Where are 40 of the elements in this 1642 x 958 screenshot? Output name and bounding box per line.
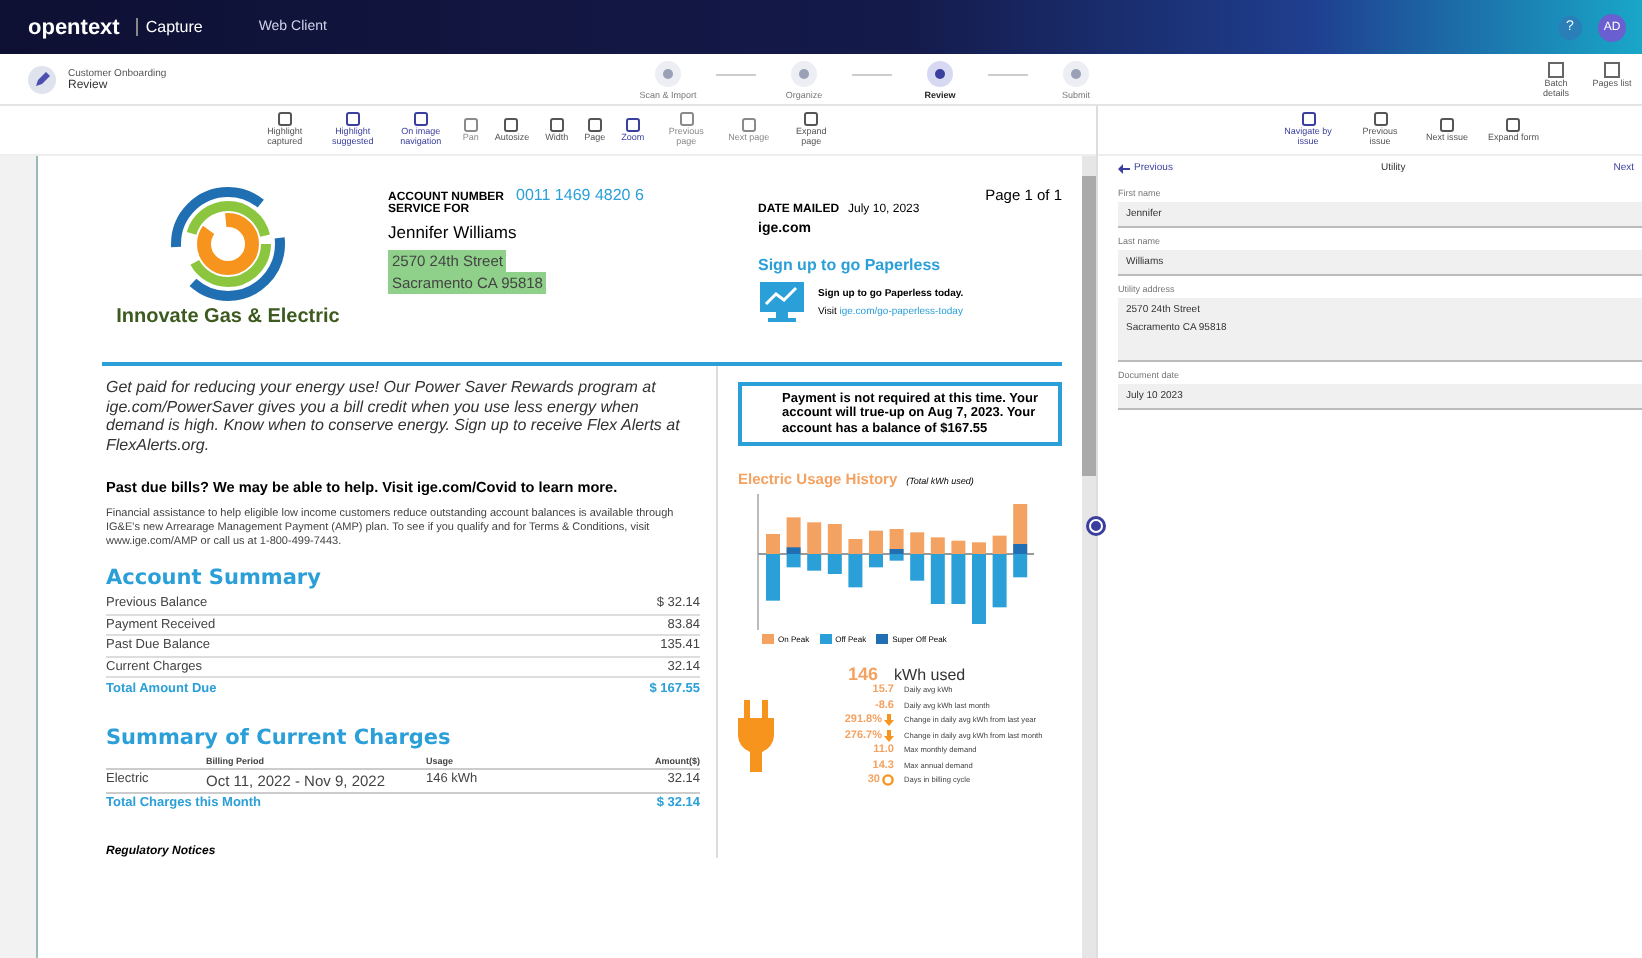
- monitor-chart-icon: [758, 280, 806, 324]
- promo-paragraph: Get paid for reducing your energy use! Our Power Saver Rewards program at ige.com/PowerSaver gives you a bill credit when you use less energy when demand is high. Know when to conserve energy. Sign up to receive Flex Alerts at FlexAlerts.org.: [106, 378, 682, 455]
- square-icon: [625, 117, 640, 132]
- kwh-label: kWh used: [894, 666, 966, 685]
- brand-name: opentext: [28, 15, 120, 39]
- square-icon: [1548, 61, 1564, 77]
- collapse-handle[interactable]: [1086, 516, 1106, 536]
- square-icon: [1506, 117, 1521, 132]
- square-icon: [1373, 112, 1387, 127]
- customer-name: Jennifer Williams: [388, 222, 519, 242]
- square-icon: [413, 112, 428, 127]
- square-icon: [741, 117, 756, 132]
- square-icon: [1301, 112, 1315, 127]
- account-number: 0011 1469 4820 6: [516, 186, 644, 204]
- current-charges-heading: Summary of Current Charges: [106, 725, 453, 750]
- product-name: Capture: [135, 18, 203, 36]
- scrollbar-thumb[interactable]: [1082, 176, 1096, 476]
- step-icon: [654, 59, 682, 87]
- square-icon: [345, 112, 360, 127]
- square-icon: [549, 117, 564, 132]
- pencil-icon: [28, 65, 56, 93]
- square-icon: [463, 117, 478, 132]
- step-icon: [1062, 59, 1090, 87]
- left-arrow-icon: [1118, 163, 1130, 173]
- cycle-icon: [882, 774, 894, 787]
- square-icon: [504, 117, 519, 132]
- square-icon: [587, 117, 602, 132]
- square-icon: [1604, 61, 1620, 77]
- kwh-value: 146: [848, 664, 879, 685]
- square-icon: [277, 112, 292, 127]
- plug-icon: [738, 700, 774, 773]
- step-icon: [926, 59, 954, 87]
- company-logo-icon: [170, 186, 286, 302]
- square-icon: [1440, 117, 1454, 132]
- step-icon: [790, 59, 818, 87]
- account-summary-heading: Account Summary: [106, 566, 323, 590]
- square-icon: [679, 112, 694, 127]
- paperless-heading: Sign up to go Paperless: [758, 256, 943, 274]
- square-icon: [804, 112, 819, 127]
- company-name: Innovate Gas & Electric: [116, 306, 340, 328]
